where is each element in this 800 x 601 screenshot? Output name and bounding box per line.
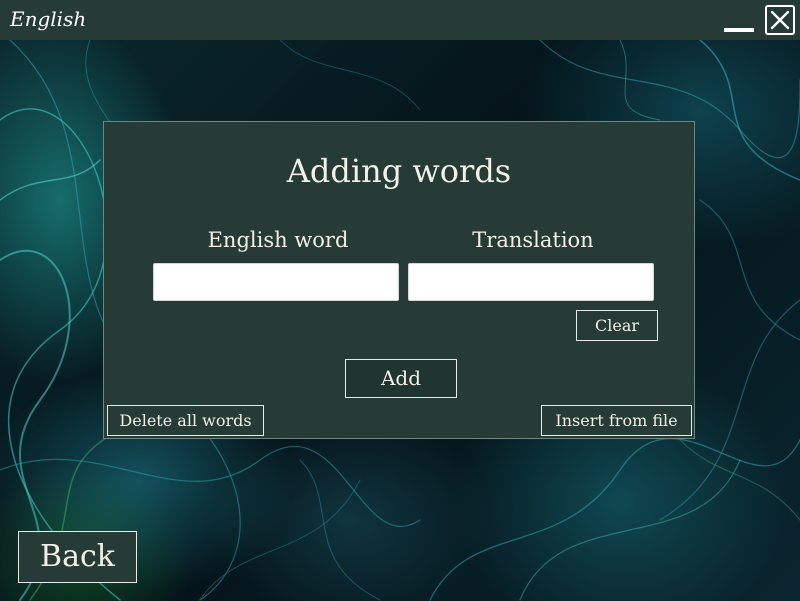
insert-from-file-button[interactable]: Insert from file [541, 405, 692, 436]
translation-input[interactable] [408, 263, 654, 301]
minimize-icon [724, 28, 754, 32]
close-icon [770, 10, 790, 30]
add-button[interactable]: Add [345, 359, 457, 398]
minimize-button[interactable] [722, 8, 756, 36]
close-button[interactable] [765, 5, 795, 35]
english-word-input[interactable] [153, 263, 399, 301]
app-title: English [10, 7, 87, 31]
back-button[interactable]: Back [18, 531, 137, 583]
title-bar: English [0, 0, 800, 40]
adding-words-dialog: Adding words English word Translation Cl… [103, 121, 695, 439]
english-word-label: English word [207, 228, 349, 252]
translation-label: Translation [472, 228, 594, 252]
app-window: English Adding words English word Transl… [0, 0, 800, 601]
delete-all-words-button[interactable]: Delete all words [107, 405, 264, 436]
dialog-title: Adding words [286, 152, 512, 190]
clear-button[interactable]: Clear [576, 310, 658, 341]
